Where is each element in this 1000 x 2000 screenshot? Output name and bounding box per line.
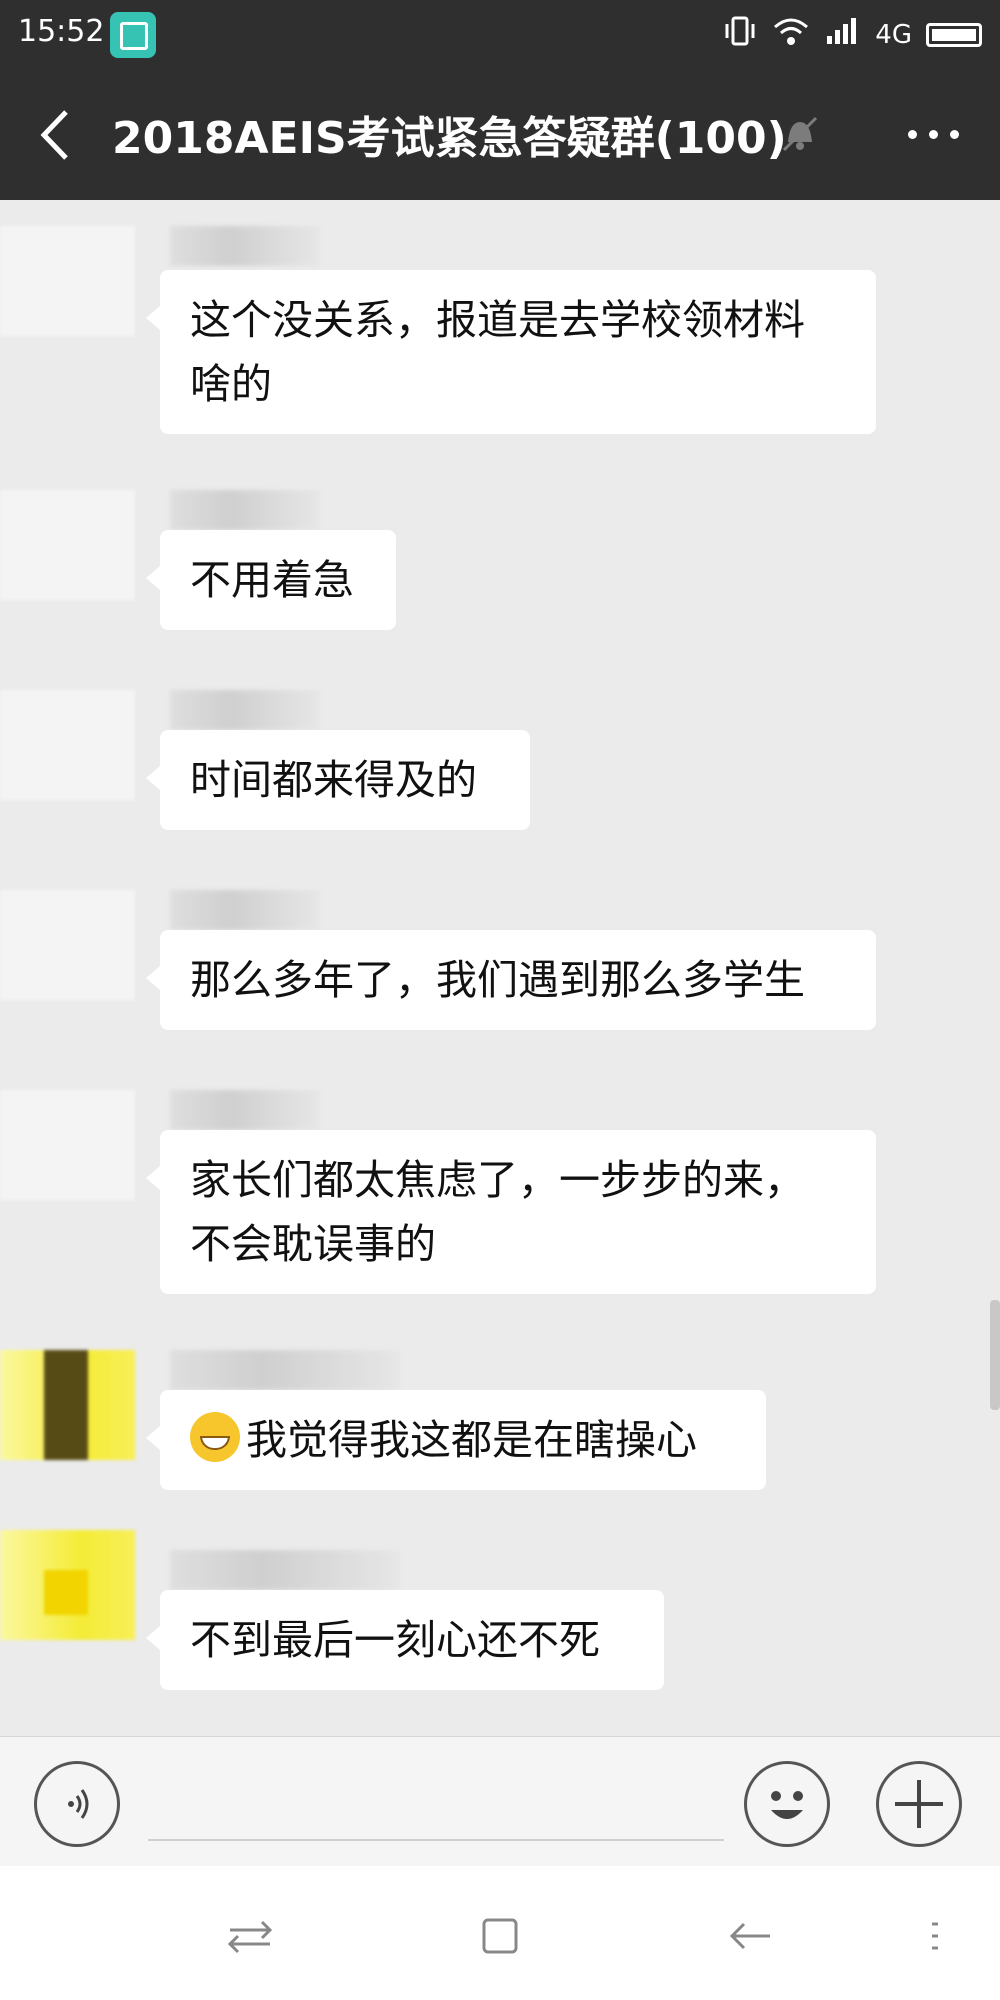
input-bar xyxy=(0,1736,1000,1867)
avatar[interactable] xyxy=(0,490,135,600)
back-chevron-icon xyxy=(40,110,68,160)
plus-icon xyxy=(895,1780,943,1828)
more-dots-icon xyxy=(908,130,917,139)
scrollbar-thumb[interactable] xyxy=(990,1300,1000,1410)
message-bubble[interactable]: 不到最后一刻心还不死 xyxy=(146,1590,664,1690)
status-bar: 15:52 4G xyxy=(0,0,1000,70)
more-button[interactable] xyxy=(904,110,964,160)
status-icons: 4G xyxy=(723,14,982,55)
sender-name xyxy=(170,1550,400,1590)
avatar[interactable] xyxy=(0,226,135,336)
menu-dots-icon xyxy=(932,1922,938,1950)
chat-title: 2018AEIS考试紧急答疑群(100) xyxy=(112,113,787,164)
sender-name xyxy=(170,226,320,266)
battery-icon xyxy=(926,22,982,47)
sender-name xyxy=(170,890,320,930)
sender-name xyxy=(170,490,320,530)
message-bubble[interactable]: 时间都来得及的 xyxy=(146,730,530,830)
voice-button[interactable] xyxy=(34,1761,120,1847)
switch-icon xyxy=(227,1920,273,1954)
avatar[interactable] xyxy=(0,690,135,800)
avatar[interactable] xyxy=(0,890,135,1000)
message-bubble[interactable]: 那么多年了，我们遇到那么多学生 xyxy=(146,930,876,1030)
back-button[interactable] xyxy=(30,100,84,170)
system-menu-button[interactable] xyxy=(920,1906,950,1966)
system-navigation-bar xyxy=(0,1866,1000,2000)
message-bubble[interactable]: 不用着急 xyxy=(146,530,396,630)
switch-apps-button[interactable] xyxy=(220,1906,280,1966)
emoji-icon xyxy=(771,1791,803,1819)
sender-name xyxy=(170,690,320,730)
chat-header: 2018AEIS考试紧急答疑群(100) xyxy=(0,70,1000,200)
message-bubble[interactable]: 家长们都太焦虑了，一步步的来， 不会耽误事的 xyxy=(146,1130,876,1294)
plus-button[interactable] xyxy=(876,1761,962,1847)
system-back-button[interactable] xyxy=(720,1906,780,1966)
back-arrow-icon xyxy=(729,1922,770,1950)
more-dot xyxy=(929,130,938,139)
avatar-image xyxy=(44,1570,88,1615)
message-text: 我觉得我这都是在瞎操心 xyxy=(246,1416,697,1464)
message-input[interactable] xyxy=(148,1777,724,1841)
avatar[interactable] xyxy=(0,1350,135,1460)
network-type: 4G xyxy=(875,19,912,50)
avatar[interactable] xyxy=(0,1090,135,1200)
vibrate-icon xyxy=(723,14,757,55)
voice-icon xyxy=(68,1789,89,1819)
message-bubble[interactable]: 这个没关系，报道是去学校领材料 啥的 xyxy=(146,270,876,434)
avatar[interactable] xyxy=(0,1530,135,1640)
more-dot xyxy=(950,130,959,139)
message-bubble[interactable]: 我觉得我这都是在瞎操心 xyxy=(146,1390,766,1490)
bell-mute-icon xyxy=(778,112,822,156)
grin-emoji-icon xyxy=(190,1412,240,1462)
status-time: 15:52 xyxy=(18,14,105,49)
wifi-icon xyxy=(771,15,811,54)
message-list[interactable]: 这个没关系，报道是去学校领材料 啥的 不用着急 时间都来得及的 那么多年了，我们… xyxy=(0,200,1000,1736)
scan-app-icon xyxy=(110,12,156,58)
sender-name xyxy=(170,1350,400,1390)
sender-name xyxy=(170,1090,320,1130)
avatar-image xyxy=(44,1350,88,1460)
home-button[interactable] xyxy=(470,1906,530,1966)
home-square-icon xyxy=(482,1918,518,1954)
emoji-button[interactable] xyxy=(744,1761,830,1847)
signal-icon xyxy=(825,16,861,53)
